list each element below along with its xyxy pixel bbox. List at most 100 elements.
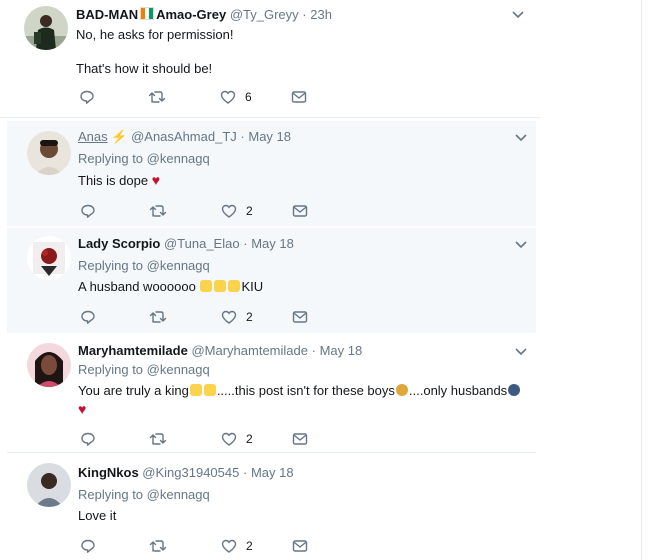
- replying-to-label: Replying to: [78, 487, 144, 502]
- replying-to: Replying to @kennagq: [78, 151, 210, 167]
- raised-hands-emoji-icon: [228, 280, 241, 292]
- tweet-actions: 2: [80, 430, 320, 448]
- timestamp[interactable]: May 18: [320, 343, 363, 358]
- direct-message-button[interactable]: [292, 308, 308, 326]
- display-name[interactable]: BAD-MAN: [76, 7, 138, 22]
- like-count: 2: [246, 539, 253, 553]
- tweet-text-part: .....this post isn't for these boys: [216, 383, 395, 398]
- timestamp[interactable]: May 18: [251, 465, 294, 480]
- separator: ·: [242, 465, 248, 480]
- direct-message-icon: [291, 91, 307, 103]
- tweet[interactable]: KingNkos @King31940545 · May 18 Replying…: [7, 455, 536, 560]
- raised-hands-emoji-icon: [214, 280, 227, 292]
- user-handle[interactable]: @AnasAhmad_TJ: [131, 129, 237, 144]
- like-icon: [221, 204, 237, 218]
- direct-message-button[interactable]: [292, 537, 308, 555]
- retweet-button[interactable]: [149, 430, 167, 448]
- like-button[interactable]: 2: [221, 430, 253, 448]
- timestamp[interactable]: May 18: [248, 129, 291, 144]
- tweet-actions: 6: [79, 88, 319, 106]
- tweet-text-line: No, he asks for permission!: [76, 27, 234, 42]
- replying-to: Replying to @kennagq: [78, 362, 210, 378]
- avatar[interactable]: [27, 343, 71, 387]
- tweet-text-part: A husband woooooo: [78, 279, 196, 294]
- like-count: 2: [246, 310, 253, 324]
- chevron-down-icon[interactable]: [515, 348, 527, 356]
- timeline-border: [641, 0, 642, 560]
- reply-button[interactable]: [80, 537, 96, 555]
- mention-link[interactable]: @kennagq: [147, 258, 210, 273]
- direct-message-button[interactable]: [292, 202, 308, 220]
- retweet-icon: [148, 91, 166, 103]
- retweet-icon: [149, 311, 167, 323]
- like-count: 6: [245, 90, 252, 104]
- replying-to: Replying to @kennagq: [78, 487, 210, 503]
- reply-icon: [80, 90, 94, 104]
- like-button[interactable]: 2: [221, 537, 253, 555]
- reply-icon: [81, 204, 95, 218]
- reply-button[interactable]: [79, 88, 95, 106]
- like-icon: [221, 310, 237, 324]
- avatar[interactable]: [27, 236, 71, 280]
- direct-message-button[interactable]: [292, 430, 308, 448]
- heart-emoji-icon: ♥: [151, 172, 161, 188]
- reply-button[interactable]: [80, 308, 96, 326]
- tweet[interactable]: BAD-MAN Amao-Grey @Ty_Greyy · 23h No, he …: [0, 0, 540, 118]
- lightning-icon: ⚡: [111, 129, 128, 144]
- avatar[interactable]: [27, 131, 71, 175]
- retweet-button[interactable]: [149, 537, 167, 555]
- mention-link[interactable]: @kennagq: [147, 487, 210, 502]
- like-button[interactable]: 2: [221, 202, 253, 220]
- retweet-button[interactable]: [148, 88, 166, 106]
- raised-hands-emoji-icon: [203, 384, 216, 396]
- like-icon: [220, 90, 236, 104]
- reply-icon: [81, 539, 95, 553]
- separator: ·: [302, 7, 307, 22]
- tweet-text: A husband woooooo KIU: [78, 278, 263, 296]
- user-handle[interactable]: @King31940545: [142, 465, 239, 480]
- display-name[interactable]: KingNkos: [78, 465, 139, 480]
- user-handle[interactable]: @Maryhamtemilade: [191, 343, 308, 358]
- display-name[interactable]: Maryhamtemilade: [78, 343, 188, 358]
- raised-hands-emoji-icon: [200, 280, 213, 292]
- retweet-button[interactable]: [149, 308, 167, 326]
- timestamp[interactable]: May 18: [251, 236, 294, 251]
- avatar[interactable]: [24, 6, 68, 50]
- retweet-button[interactable]: [149, 202, 167, 220]
- retweet-icon: [149, 205, 167, 217]
- mention-link[interactable]: @kennagq: [147, 362, 210, 377]
- direct-message-icon: [292, 433, 308, 445]
- timestamp[interactable]: 23h: [310, 7, 332, 22]
- avatar[interactable]: [27, 463, 71, 507]
- display-name-suffix[interactable]: Amao-Grey: [156, 7, 226, 22]
- tweet[interactable]: Lady Scorpio @Tuna_Elao · May 18 Replyin…: [7, 228, 536, 333]
- display-name[interactable]: Lady Scorpio: [78, 236, 160, 251]
- tweet-actions: 2: [80, 202, 320, 220]
- chevron-down-icon[interactable]: [515, 134, 527, 142]
- tweet[interactable]: Anas ⚡ @AnasAhmad_TJ · May 18 Replying t…: [7, 121, 536, 226]
- like-button[interactable]: 6: [220, 88, 252, 106]
- reply-button[interactable]: [80, 430, 96, 448]
- speaking-head-emoji-icon: [508, 384, 521, 396]
- tweet-actions: 2: [80, 537, 320, 555]
- like-button[interactable]: 2: [221, 308, 253, 326]
- tweet-text-part: ....only husbands: [408, 383, 508, 398]
- separator: ·: [240, 129, 245, 144]
- folded-hands-emoji-icon: [189, 384, 202, 396]
- tweet[interactable]: Maryhamtemilade @Maryhamtemilade · May 1…: [7, 335, 536, 453]
- like-icon: [221, 539, 237, 553]
- direct-message-button[interactable]: [291, 88, 307, 106]
- reply-button[interactable]: [80, 202, 96, 220]
- replying-to-label: Replying to: [78, 151, 144, 166]
- user-handle[interactable]: @Ty_Greyy: [230, 7, 299, 22]
- tweet-text: You are truly a king .....this post isn't…: [78, 382, 528, 419]
- tweet-header: KingNkos @King31940545 · May 18: [78, 465, 294, 481]
- reply-icon: [81, 310, 95, 324]
- mention-link[interactable]: @kennagq: [147, 151, 210, 166]
- replying-to: Replying to @kennagq: [78, 258, 210, 274]
- chevron-down-icon[interactable]: [515, 241, 527, 249]
- user-handle[interactable]: @Tuna_Elao: [164, 236, 240, 251]
- chevron-down-icon[interactable]: [512, 11, 524, 19]
- tweet-text: This is dope ♥: [78, 171, 160, 190]
- display-name[interactable]: Anas: [78, 129, 108, 144]
